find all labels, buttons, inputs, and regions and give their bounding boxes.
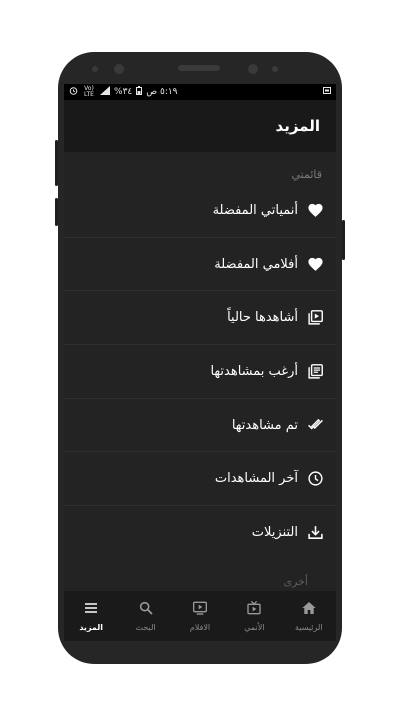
iris-sensor [248, 64, 258, 74]
menu-item-recently-watched[interactable]: آخر المشاهدات [64, 452, 336, 507]
network-type: Vo) LTE [84, 85, 94, 98]
alarm-icon [69, 86, 78, 98]
list-library-icon [306, 362, 324, 380]
status-right-group [323, 86, 331, 98]
nav-item-anime[interactable]: الأنمي [227, 591, 281, 641]
menu-item-plan-to-watch[interactable]: أرغب بمشاهدتها [64, 345, 336, 399]
nav-item-more[interactable]: المزيد [64, 591, 118, 641]
nav-item-label: المزيد [79, 623, 104, 632]
menu-item-downloads[interactable]: التنزيلات [64, 506, 336, 560]
status-time: ٥:١٩ ص [146, 87, 178, 97]
tv-icon [246, 600, 262, 620]
heart-icon [306, 255, 324, 273]
app-screen: ٥:١٩ ص ٣٤% Vo) LTE المزيد قائمتي أنمياتي… [64, 84, 336, 641]
nav-item-search[interactable]: البحث [118, 591, 172, 641]
double-check-icon [306, 416, 324, 434]
menu-item-label: أشاهدها حالياً [227, 310, 298, 326]
app-bar: المزيد [64, 100, 336, 152]
my-list-menu: أنمياتي المفضلة أفلامي المفضلة أشاهدها ح… [64, 184, 336, 560]
light-sensor [272, 66, 278, 72]
status-left-group: ٥:١٩ ص ٣٤% Vo) LTE [69, 86, 178, 98]
nav-item-label: الافلام [189, 623, 211, 632]
menu-icon [83, 600, 99, 620]
nav-item-label: الرئيسية [295, 623, 323, 632]
status-bar: ٥:١٩ ص ٣٤% Vo) LTE [64, 84, 336, 100]
power-button [342, 220, 345, 260]
home-icon [301, 600, 317, 620]
battery-percent: ٣٤% [114, 87, 133, 97]
menu-item-watched[interactable]: تم مشاهدتها [64, 399, 336, 453]
menu-item-currently-watching[interactable]: أشاهدها حالياً [64, 291, 336, 346]
nav-item-home[interactable]: الرئيسية [282, 591, 336, 641]
battery-icon [136, 86, 143, 98]
nav-item-movies[interactable]: الافلام [173, 591, 227, 641]
menu-item-label: أرغب بمشاهدتها [210, 363, 298, 379]
volume-button [55, 140, 58, 186]
bixby-button [55, 198, 58, 226]
menu-item-favorite-anime[interactable]: أنمياتي المفضلة [64, 184, 336, 238]
download-icon [306, 524, 324, 542]
bottom-navigation: الرئيسية الأنمي الافلام البحث المزيد [64, 591, 336, 641]
menu-item-label: التنزيلات [251, 525, 298, 541]
menu-item-label: أنمياتي المفضلة [212, 202, 298, 218]
search-icon [138, 600, 154, 620]
movie-icon [192, 600, 208, 620]
section-label-my-list: قائمتي [291, 168, 322, 181]
front-camera [114, 64, 124, 74]
play-library-icon [306, 309, 324, 327]
clock-icon [306, 470, 324, 488]
notification-icon [323, 86, 331, 98]
menu-item-label: أفلامي المفضلة [214, 256, 298, 272]
menu-item-favorite-movies[interactable]: أفلامي المفضلة [64, 238, 336, 292]
nav-item-label: الأنمي [244, 623, 265, 632]
menu-item-label: تم مشاهدتها [231, 417, 298, 433]
nav-item-label: البحث [135, 623, 156, 632]
proximity-sensor [92, 66, 98, 72]
menu-item-label: آخر المشاهدات [214, 471, 298, 487]
heart-icon [306, 201, 324, 219]
page-title: المزيد [275, 117, 320, 135]
speaker-grille [178, 65, 220, 71]
section-label-other: أخرى [283, 575, 308, 588]
signal-icon [100, 86, 110, 98]
